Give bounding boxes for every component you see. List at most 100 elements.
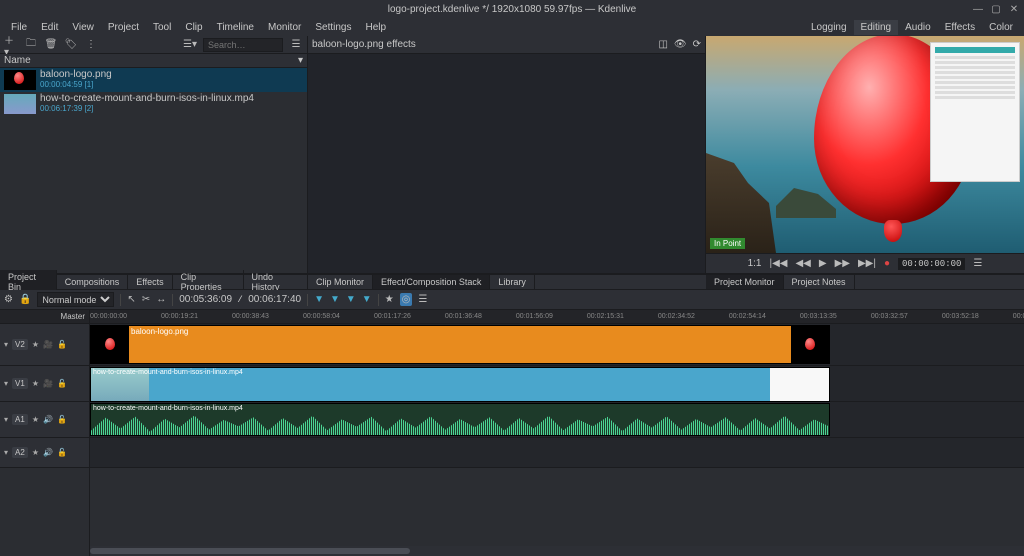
duration-tc: 00:06:17:40	[248, 294, 301, 305]
timeline-ruler[interactable]: 00:00:00:0000:00:19:2100:00:38:4300:00:5…	[90, 310, 1024, 324]
track-v2[interactable]: baloon-logo.png	[90, 324, 1024, 366]
tab[interactable]: Clip Monitor	[308, 275, 373, 289]
folder-icon[interactable]: 🗀	[24, 38, 38, 52]
razor-icon[interactable]: ✂	[142, 294, 150, 305]
layout-tabs: LoggingEditingAudioEffectsColor	[804, 20, 1020, 35]
menu-settings[interactable]: Settings	[308, 20, 358, 35]
menu-edit[interactable]: Edit	[34, 20, 65, 35]
marker-icon[interactable]: ▼	[314, 294, 324, 305]
layout-tab-color[interactable]: Color	[982, 20, 1020, 35]
close-icon[interactable]: ✕	[1008, 3, 1020, 15]
marker-icon[interactable]: ▼	[330, 294, 340, 305]
track-v1[interactable]: how-to-create-mount-and-burn-isos-in-lin…	[90, 366, 1024, 402]
lock-icon[interactable]: 🔒	[19, 294, 31, 305]
marker-icon[interactable]: ▼	[362, 294, 372, 305]
lock-icon[interactable]: 🔓	[57, 340, 67, 349]
menu-view[interactable]: View	[65, 20, 101, 35]
lock-icon[interactable]: 🔓	[57, 448, 67, 457]
mute-icon[interactable]: 🎥	[43, 379, 53, 388]
bin-item-duration: 00:00:04:59 [1]	[40, 80, 112, 90]
star-icon[interactable]: ★	[32, 379, 39, 388]
record-icon[interactable]: ●	[884, 258, 890, 269]
tab[interactable]: Library	[490, 275, 535, 289]
tabs-bin: Project BinCompositionsEffectsClip Prope…	[0, 274, 308, 290]
track-label[interactable]: V1	[12, 378, 28, 389]
menu-timeline[interactable]: Timeline	[210, 20, 261, 35]
tab[interactable]: Project Monitor	[706, 275, 784, 289]
layout-tab-effects[interactable]: Effects	[938, 20, 982, 35]
overlay-dialog	[930, 42, 1020, 182]
layout-tab-logging[interactable]: Logging	[804, 20, 854, 35]
cursor-tc[interactable]: 00:05:36:09	[179, 294, 232, 305]
gear-icon[interactable]: ⚙	[4, 294, 13, 305]
track-label[interactable]: A1	[12, 414, 28, 425]
menu-icon[interactable]: ☰	[973, 258, 982, 269]
cursor-icon[interactable]: ↖	[127, 294, 135, 305]
menu-clip[interactable]: Clip	[178, 20, 209, 35]
delete-icon[interactable]: 🗑	[44, 38, 58, 52]
star-icon[interactable]: ★	[32, 415, 39, 424]
view-list-icon[interactable]: ☰▾	[183, 38, 197, 52]
speaker-icon[interactable]: 🔊	[43, 448, 53, 457]
chevron-down-icon[interactable]: ▾	[4, 340, 8, 349]
star-icon[interactable]: ★	[32, 448, 39, 457]
tab[interactable]: Project Notes	[784, 275, 855, 289]
ratio-label[interactable]: 1:1	[748, 258, 762, 269]
search-input[interactable]	[203, 38, 283, 52]
tab[interactable]: Effect/Composition Stack	[373, 275, 490, 289]
track-label[interactable]: V2	[12, 339, 28, 350]
add-icon[interactable]: ＋▾	[4, 38, 18, 52]
bin-item-duration: 00:06:17:39 [2]	[40, 104, 254, 114]
menu-tool[interactable]: Tool	[146, 20, 178, 35]
star-icon[interactable]: ★	[32, 340, 39, 349]
split-icon[interactable]: ◫	[658, 39, 667, 50]
tag-icon[interactable]: 🏷	[64, 38, 78, 52]
timeline-scrollbar[interactable]	[90, 546, 1024, 556]
speaker-icon[interactable]: 🔊	[43, 415, 53, 424]
track-label[interactable]: A2	[12, 447, 28, 458]
lock-icon[interactable]: 🔓	[57, 379, 67, 388]
play-icon[interactable]: ▶	[819, 258, 827, 269]
chevron-down-icon[interactable]: ▾	[4, 415, 8, 424]
layout-tab-audio[interactable]: Audio	[898, 20, 938, 35]
skip-start-icon[interactable]: |◀◀	[770, 258, 788, 269]
window-title: logo-project.kdenlive */ 1920x1080 59.97…	[388, 4, 637, 15]
spacer-icon[interactable]: ↔	[156, 294, 166, 305]
bin-item[interactable]: how-to-create-mount-and-burn-isos-in-lin…	[0, 92, 307, 116]
chevron-down-icon[interactable]: ▾	[4, 379, 8, 388]
track-a1[interactable]: how-to-create-mount-and-burn-isos-in-lin…	[90, 402, 1024, 438]
monitor-timecode[interactable]: 00:00:00:00	[898, 258, 965, 270]
lock-icon[interactable]: 🔓	[57, 415, 67, 424]
marker-icon[interactable]: ▼	[346, 294, 356, 305]
menu-project[interactable]: Project	[101, 20, 146, 35]
project-monitor-view[interactable]: In Point	[706, 36, 1024, 253]
chevron-down-icon[interactable]: ▾	[4, 448, 8, 457]
maximize-icon[interactable]: ▢	[990, 3, 1002, 15]
clip[interactable]: how-to-create-mount-and-burn-isos-in-lin…	[90, 403, 830, 436]
clip[interactable]: baloon-logo.png	[90, 325, 830, 364]
rewind-icon[interactable]: ◀◀	[795, 258, 810, 269]
layout-tab-editing[interactable]: Editing	[854, 20, 899, 35]
forward-icon[interactable]: ▶▶	[835, 258, 850, 269]
menu-icon[interactable]: ☰	[289, 38, 303, 52]
skip-end-icon[interactable]: ▶▶|	[858, 258, 876, 269]
track-a2[interactable]	[90, 438, 1024, 468]
bin-item-name: baloon-logo.png	[40, 70, 112, 80]
list-icon[interactable]: ☰	[418, 294, 427, 305]
eye-icon[interactable]: 👁	[674, 39, 687, 50]
menu-monitor[interactable]: Monitor	[261, 20, 308, 35]
minimize-icon[interactable]: —	[972, 3, 984, 15]
favorite-icon[interactable]: ★	[385, 294, 394, 305]
clip[interactable]: how-to-create-mount-and-burn-isos-in-lin…	[90, 367, 830, 402]
settings-icon[interactable]: ⟳	[693, 39, 701, 50]
tab[interactable]: Compositions	[57, 275, 129, 289]
edit-mode-select[interactable]: Normal mode	[37, 292, 114, 307]
in-point-badge: In Point	[710, 238, 745, 249]
tab[interactable]: Effects	[128, 275, 172, 289]
target-icon[interactable]: ◎	[400, 293, 413, 306]
bin-column-name[interactable]: Name▾	[0, 54, 307, 68]
mute-icon[interactable]: 🎥	[43, 340, 53, 349]
menu-help[interactable]: Help	[359, 20, 394, 35]
filter-icon[interactable]: ⋮	[84, 38, 98, 52]
bin-item[interactable]: baloon-logo.png 00:00:04:59 [1]	[0, 68, 307, 92]
